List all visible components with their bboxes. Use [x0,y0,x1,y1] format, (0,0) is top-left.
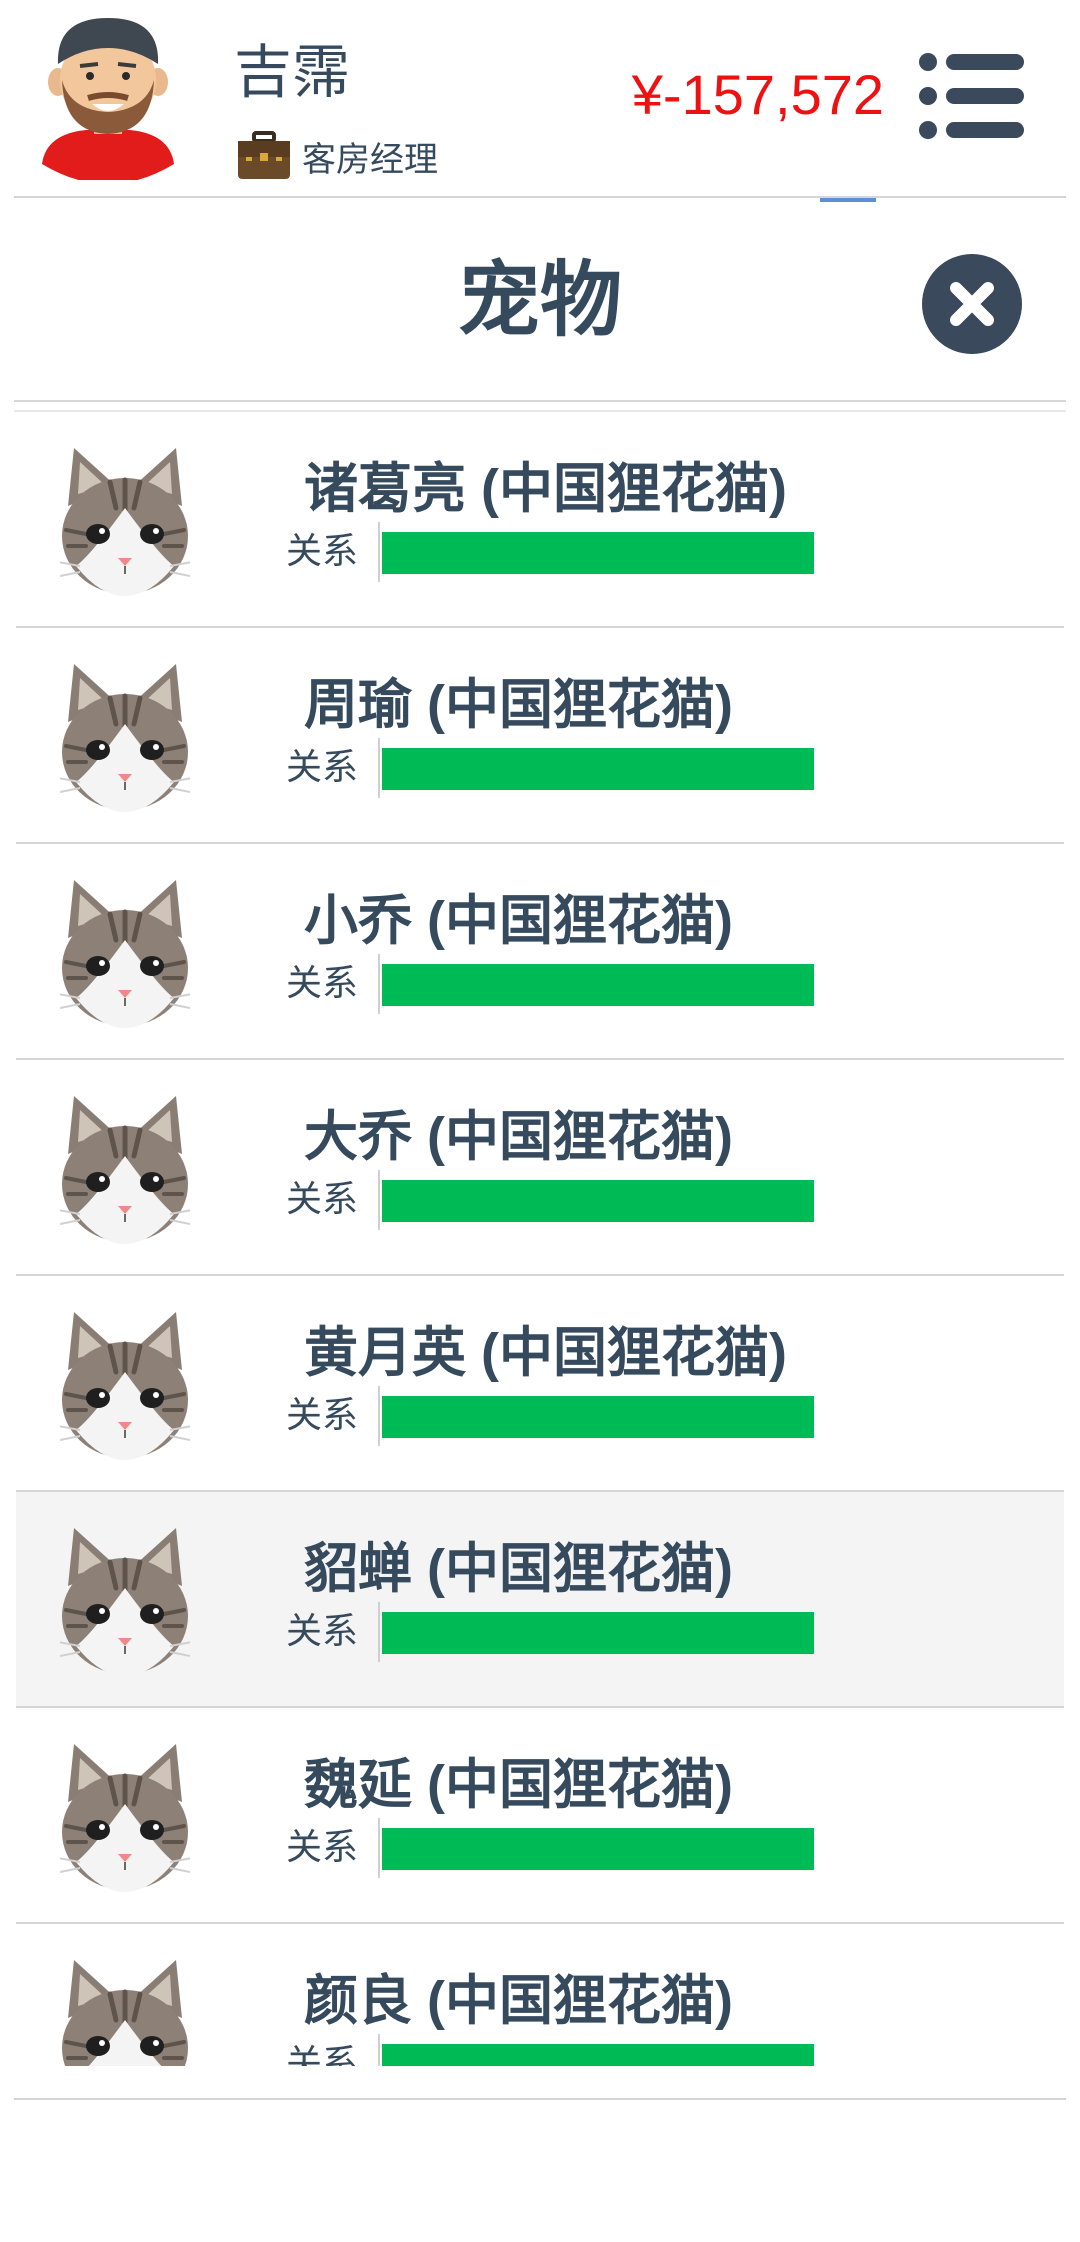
relation-bar [378,1386,814,1446]
pet-name: 貂蝉 (中国狸花猫) [304,1539,733,1599]
tabby-cat-icon [60,1528,190,1676]
relation-bar-fill [382,1180,814,1222]
tabby-cat-icon [60,880,190,1028]
relation-label: 关系 [286,962,359,1003]
relation-bar [378,954,814,1014]
pet-row[interactable]: 颜良 (中国狸花猫) 关系 [16,1924,1064,2066]
pet-row[interactable]: 黄月英 (中国狸花猫) 关系 [16,1276,1064,1492]
tabby-cat-icon [60,664,190,812]
pet-name: 黄月英 (中国狸花猫) [304,1323,787,1383]
header-accent [820,198,876,202]
relation-bar-fill [382,2044,814,2066]
relation-bar-fill [382,1828,814,1870]
relation-label: 关系 [286,746,359,787]
close-x-icon[interactable] [920,252,1024,356]
pet-row[interactable]: 魏延 (中国狸花猫) 关系 [16,1708,1064,1924]
relation-bar-fill [382,964,814,1006]
relation-bar [378,1170,814,1230]
app-header: 吉霈 客房经理 ¥-157,572 [0,0,1080,196]
balance: ¥-157,572 [631,63,884,126]
header-divider [14,196,1066,198]
relation-bar-fill [382,1612,814,1654]
relation-bar [378,1818,814,1878]
relation-bar [378,522,814,582]
tabby-cat-icon [60,1744,190,1892]
pet-row[interactable]: 诸葛亮 (中国狸花猫) 关系 [16,412,1064,628]
relation-bar [378,738,814,798]
list-bottom-divider [14,2098,1066,2100]
relation-bar-fill [382,748,814,790]
title-divider [14,400,1066,402]
tabby-cat-icon [60,1096,190,1244]
tabby-cat-icon [62,1960,188,2066]
relation-bar-fill [382,1396,814,1438]
job-title: 客房经理 [302,140,438,179]
menu-list-icon[interactable] [918,52,1026,140]
relation-bar-fill [382,532,814,574]
pet-name: 周瑜 (中国狸花猫) [304,675,733,735]
relation-bar [378,2034,814,2066]
modal-title: 宠物 [457,255,622,346]
pet-row[interactable]: 小乔 (中国狸花猫) 关系 [16,844,1064,1060]
pet-row[interactable]: 貂蝉 (中国狸花猫) 关系 [16,1492,1064,1708]
relation-label: 关系 [286,2042,359,2066]
pet-row[interactable]: 大乔 (中国狸花猫) 关系 [16,1060,1064,1276]
user-name: 吉霈 [234,40,351,105]
relation-label: 关系 [286,530,359,571]
bearded-man-avatar-icon[interactable] [38,14,178,180]
job-row: 客房经理 [236,128,438,184]
briefcase-icon [238,131,290,179]
relation-label: 关系 [286,1178,359,1219]
relation-label: 关系 [286,1394,359,1435]
tabby-cat-icon [60,1312,190,1460]
pet-name: 颜良 (中国狸花猫) [304,1971,733,2031]
pet-name: 魏延 (中国狸花猫) [304,1755,733,1815]
pet-list[interactable]: 诸葛亮 (中国狸花猫) 关系 周瑜 (中国狸花猫) 关系 小乔 (中国狸花猫) … [16,412,1064,2066]
pet-name: 大乔 (中国狸花猫) [304,1107,733,1167]
relation-bar [378,1602,814,1662]
pet-row[interactable]: 周瑜 (中国狸花猫) 关系 [16,628,1064,844]
pet-name: 小乔 (中国狸花猫) [304,891,733,951]
relation-label: 关系 [286,1826,359,1867]
pet-name: 诸葛亮 (中国狸花猫) [304,459,787,519]
relation-label: 关系 [286,1610,359,1651]
tabby-cat-icon [60,448,190,596]
